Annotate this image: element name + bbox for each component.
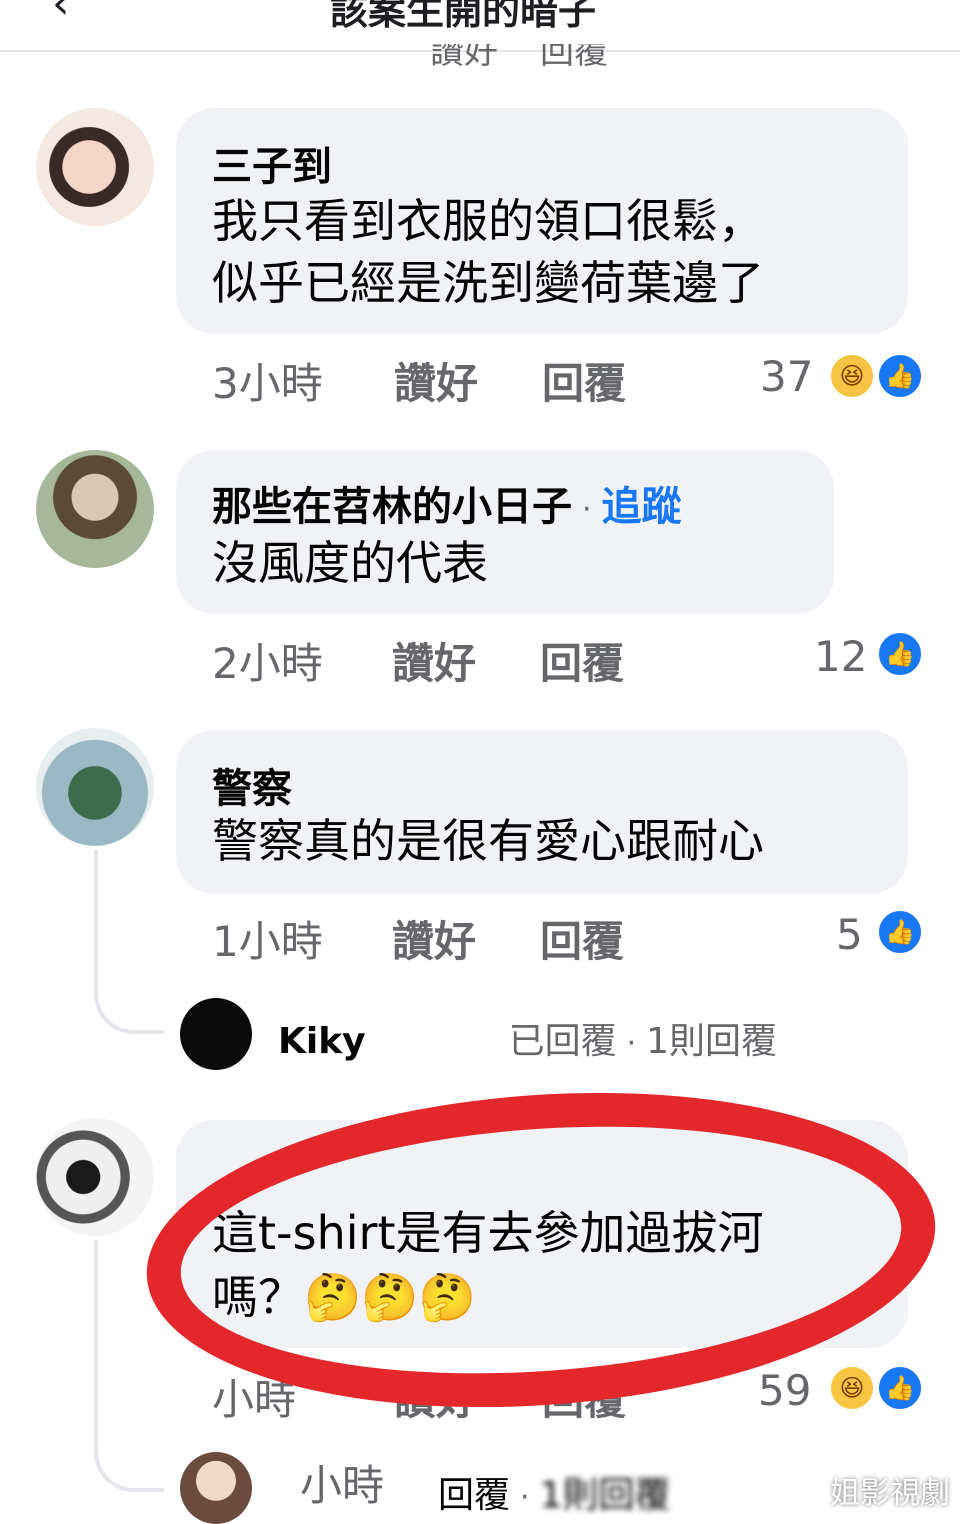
separator-dot: · [520, 1479, 530, 1515]
haha-icon[interactable]: 😆 [828, 352, 876, 400]
comment-time: 1小時 [212, 917, 323, 966]
like-button[interactable]: 讚好 [394, 350, 478, 411]
like-button[interactable]: 讚好 [392, 630, 476, 691]
reply-count: 1則回覆 [646, 1021, 778, 1062]
like-icon[interactable]: 👍 [876, 908, 924, 956]
reply-status: 已回覆 [508, 1021, 617, 1062]
page-title: 該案生開的暗子 [330, 0, 597, 33]
follow-link[interactable]: 追蹤 [602, 484, 682, 530]
separator-dot: · [626, 1025, 637, 1061]
comment-text-line: 似乎已經是洗到變荷葉邊了 [212, 256, 764, 310]
separator-dot: · [582, 491, 592, 527]
reply-summary-text[interactable]: 回覆 · 1則回覆 [438, 1466, 670, 1518]
reply-button[interactable]: 回覆 [540, 630, 624, 691]
haha-icon[interactable]: 😆 [828, 1364, 876, 1412]
avatar[interactable] [36, 108, 154, 226]
previous-comment-actions: 讚好 回覆 [430, 44, 608, 68]
comment-text-line: 沒風度的代表 [212, 536, 488, 590]
like-button[interactable]: 讚好 [392, 908, 476, 969]
back-arrow-icon[interactable]: ‹ [52, 0, 70, 29]
comment-text-line: 警察真的是很有愛心跟耐心 [212, 814, 764, 868]
reaction-count[interactable]: 5 [836, 910, 863, 959]
reaction-count[interactable]: 59 [758, 1366, 811, 1415]
avatar[interactable] [36, 1118, 154, 1236]
reply-author[interactable]: Kiky [278, 1021, 366, 1062]
reaction-count[interactable]: 12 [814, 632, 867, 681]
like-icon[interactable]: 👍 [876, 1364, 924, 1412]
reply-avatar[interactable] [180, 1452, 252, 1524]
comment-author[interactable]: 警察 [212, 756, 292, 814]
reply-button[interactable]: 回覆 [542, 350, 626, 411]
avatar[interactable] [36, 450, 154, 568]
comment-time: 2小時 [212, 639, 323, 688]
comment-author[interactable]: 那些在苕林的小日子 [212, 484, 572, 530]
reply-status: 回覆 [438, 1475, 511, 1516]
comment-text-line: 我只看到衣服的領口很鬆， [212, 194, 764, 248]
watermark: 姐影視劇 [830, 1476, 950, 1511]
avatar[interactable] [36, 728, 154, 846]
reply-summary[interactable]: Kiky 已回覆 · 1則回覆 [278, 1012, 777, 1064]
reaction-count[interactable]: 37 [760, 352, 813, 401]
reply-summary[interactable]: 小時 [300, 1452, 384, 1513]
thread-line [94, 850, 164, 1034]
like-icon[interactable]: 👍 [876, 630, 924, 678]
comment-author-line: 那些在苕林的小日子 · 追蹤 [212, 474, 682, 532]
comment-time: 3小時 [212, 359, 323, 408]
reply-button[interactable]: 回覆 [540, 908, 624, 969]
reply-avatar[interactable] [180, 998, 252, 1070]
comment-author[interactable]: 三子到 [212, 134, 332, 192]
like-icon[interactable]: 👍 [876, 352, 924, 400]
reply-time: 小時 [300, 1461, 385, 1510]
reply-count: 1則回覆 [539, 1475, 671, 1516]
